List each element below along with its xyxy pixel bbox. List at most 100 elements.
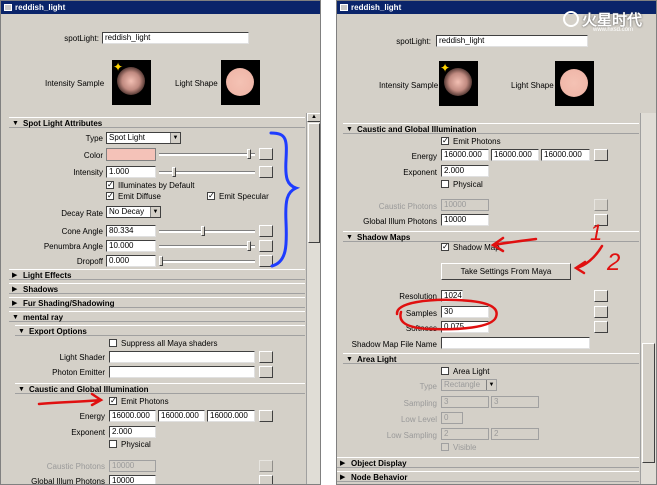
exponent-field[interactable]: 2.000 [109,426,156,438]
energy-map-button[interactable] [594,149,608,161]
resolution-map-button[interactable] [594,290,608,302]
intensity-field[interactable]: 1.000 [106,166,156,178]
photon-emitter-field[interactable] [109,366,255,378]
emit-photons-checkbox[interactable]: ✓ [441,137,449,145]
resolution-field[interactable]: 1024 [441,290,463,302]
color-map-button[interactable] [259,148,273,160]
emit-diffuse-checkbox[interactable]: ✓ [106,192,114,200]
softness-map-button[interactable] [594,321,608,333]
node-behavior-header[interactable]: ▶ Node Behavior [337,471,639,482]
intensity-map-button[interactable] [259,166,273,178]
samples-map-button[interactable] [594,306,608,318]
physical-label: Physical [121,440,151,449]
scroll-thumb[interactable] [308,123,320,243]
penumbra-angle-slider[interactable] [159,241,255,251]
energy-label: Energy [411,152,437,161]
energy-g-field[interactable]: 16000.000 [158,410,205,422]
dropoff-map-button[interactable] [259,255,273,267]
shadow-map-checkbox[interactable]: ✓ [441,243,449,251]
area-light-checkbox[interactable] [441,367,449,375]
window-icon [340,4,348,11]
illuminates-by-default-checkbox[interactable]: ✓ [106,181,114,189]
chevron-down-icon: ▼ [150,207,160,217]
energy-r-field[interactable]: 16000.000 [109,410,156,422]
energy-map-button[interactable] [259,410,273,422]
dropoff-slider[interactable] [159,256,255,266]
caustic-gi-header[interactable]: ▼ Caustic and Global Illumination [15,383,305,394]
decay-rate-dropdown[interactable]: No Decay ▼ [106,206,161,218]
node-name-field[interactable]: reddish_light [436,35,588,47]
light-shader-map-button[interactable] [259,351,273,363]
energy-b-field[interactable]: 16000.000 [541,149,590,161]
export-options-header[interactable]: ▼ Export Options [15,325,305,336]
shadow-map-file-name-field[interactable] [441,337,590,349]
color-swatch[interactable] [106,148,156,161]
color-slider[interactable] [159,149,255,159]
light-effects-header[interactable]: ▶ Light Effects [9,269,305,280]
shadow-map-file-name-label: Shadow Map File Name [351,340,437,349]
dropoff-label: Dropoff [76,257,103,266]
energy-r-field[interactable]: 16000.000 [441,149,489,161]
spot-light-attributes-header[interactable]: ▼ Spot Light Attributes [9,117,305,128]
scroll-up-button[interactable]: ▲ [307,113,320,122]
cone-angle-map-button[interactable] [259,225,273,237]
take-settings-from-maya-button[interactable]: Take Settings From Maya [441,263,571,280]
sampling-v-field: 3 [491,396,539,408]
softness-field[interactable]: 0.075 [441,321,489,333]
caustic-gi-header[interactable]: ▼ Caustic and Global Illumination [343,123,639,134]
samples-field[interactable]: 30 [441,306,489,318]
intensity-sample-label: Intensity Sample [379,81,439,90]
physical-checkbox[interactable] [109,440,117,448]
left-window-title: reddish_light [15,3,66,12]
energy-g-field[interactable]: 16000.000 [491,149,539,161]
mental-ray-header[interactable]: ▼ mental ray [9,311,305,322]
intensity-sample-swatch: ✦ [439,61,478,106]
scroll-thumb[interactable] [642,343,655,463]
intensity-slider[interactable] [159,167,255,177]
expanded-arrow-icon: ▼ [18,328,25,335]
global-illum-photons-label: Global Illum Photons [31,477,105,485]
light-shader-field[interactable] [109,351,255,363]
color-label: Color [83,151,103,160]
emit-photons-checkbox[interactable]: ✓ [109,397,117,405]
low-sampling-u-field: 2 [441,428,489,440]
emit-specular-checkbox[interactable]: ✓ [207,192,215,200]
cone-angle-slider[interactable] [159,226,255,236]
physical-label: Physical [453,180,483,189]
global-illum-photons-field[interactable]: 10000 [441,214,489,226]
penumbra-angle-field[interactable]: 10.000 [106,240,156,252]
exponent-field[interactable]: 2.000 [441,165,489,177]
suppress-maya-shaders-label: Suppress all Maya shaders [121,339,218,348]
energy-b-field[interactable]: 16000.000 [207,410,255,422]
samples-label: Samples [405,309,437,318]
penumbra-angle-map-button[interactable] [259,240,273,252]
photon-emitter-map-button[interactable] [259,366,273,378]
collapsed-arrow-icon: ▶ [340,474,346,481]
global-illum-photons-field[interactable]: 10000 [109,475,156,484]
window-icon [4,4,12,11]
dropoff-field[interactable]: 0.000 [106,255,156,267]
right-scrollbar[interactable] [640,113,656,484]
shadow-maps-header[interactable]: ▼ Shadow Maps [343,231,639,242]
left-scrollbar[interactable]: ▲ [306,113,320,484]
collapsed-arrow-icon: ▶ [12,286,18,293]
type-dropdown[interactable]: Spot Light ▼ [106,132,181,144]
expanded-arrow-icon: ▼ [346,356,353,363]
left-title-bar[interactable]: reddish_light [1,1,320,14]
global-illum-photons-map-button[interactable] [594,214,608,226]
physical-checkbox[interactable] [441,180,449,188]
shadows-header[interactable]: ▶ Shadows [9,283,305,294]
object-display-header[interactable]: ▶ Object Display [337,457,639,468]
light-shape-label: Light Shape [175,79,218,88]
emit-diffuse-label: Emit Diffuse [118,192,161,201]
suppress-maya-shaders-checkbox[interactable] [109,339,117,347]
area-light-label: Area Light [453,367,490,376]
emit-photons-label: Emit Photons [453,137,501,146]
global-illum-photons-map-button[interactable] [259,475,273,484]
node-name-field[interactable]: reddish_light [102,32,249,44]
fur-shading-header[interactable]: ▶ Fur Shading/Shadowing [9,297,305,308]
intensity-sample-swatch: ✦ [112,60,151,105]
area-light-header[interactable]: ▼ Area Light [343,353,639,364]
cone-angle-field[interactable]: 80.334 [106,225,156,237]
photon-emitter-label: Photon Emitter [52,368,105,377]
